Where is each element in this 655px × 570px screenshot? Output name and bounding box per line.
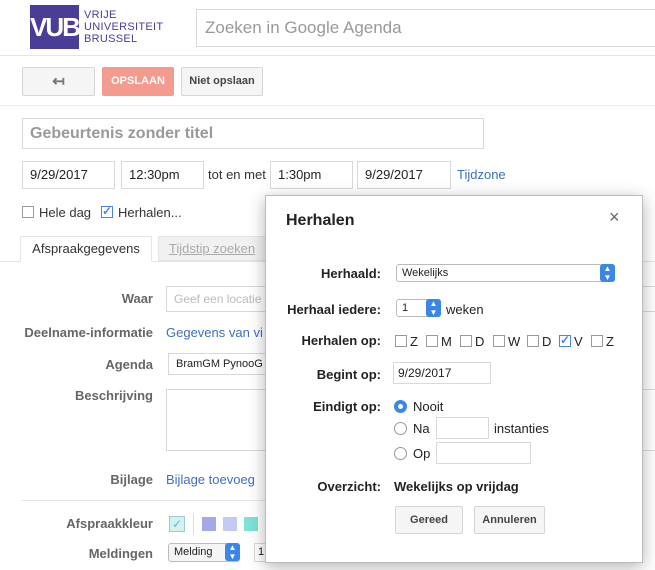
attachment-link[interactable]: Bijlage toevoeg [166, 472, 255, 487]
event-toolbar: ↤ OPSLAAN Niet opslaan [0, 56, 655, 106]
repeat-day-checkbox[interactable] [395, 335, 407, 347]
repeat-checkbox[interactable] [101, 204, 113, 218]
starts-on-input[interactable]: 9/29/2017 [393, 362, 491, 384]
ends-on-radio[interactable] [394, 447, 407, 460]
repeats-select[interactable]: Wekelijks ▲ ▼ [396, 264, 615, 282]
repeats-label: Herhaald: [321, 266, 381, 281]
save-button[interactable]: OPSLAAN [102, 67, 174, 96]
tab-find-time[interactable]: Tijdstip zoeken [158, 236, 266, 261]
repeat-day-checkbox[interactable] [493, 335, 505, 347]
ends-after-unit: instanties [494, 421, 549, 436]
event-title-input[interactable]: Gebeurtenis zonder titel [22, 118, 484, 149]
back-button[interactable]: ↤ [22, 67, 95, 96]
chevron-updown-icon: ▲ ▼ [426, 299, 441, 317]
repeats-value: Wekelijks [402, 267, 449, 279]
repeat-day-letter: M [441, 334, 452, 349]
ends-on-label: Op [413, 446, 431, 461]
repeat-every-select[interactable]: 1 ▲ ▼ [396, 299, 441, 317]
ends-after-count-input[interactable] [436, 417, 489, 439]
start-time-input[interactable]: 12:30pm [121, 161, 204, 189]
summary-label: Overzicht: [317, 479, 381, 494]
logo-line-2: UNIVERSITEIT [84, 21, 164, 33]
ends-on-date-input[interactable] [436, 442, 531, 464]
repeat-day-checkbox[interactable] [460, 335, 472, 347]
back-arrow-icon: ↤ [52, 73, 65, 90]
calendar-label: Agenda [105, 357, 153, 372]
attachment-label: Bijlage [110, 472, 153, 487]
ends-after-label: Na [413, 421, 430, 436]
event-color-label: Afspraakkleur [66, 516, 153, 531]
logo-line-3: BRUSSEL [84, 33, 138, 45]
repeat-day-checkbox[interactable] [559, 333, 571, 347]
end-date-input[interactable]: 9/29/2017 [357, 161, 451, 189]
repeat-day-letter: Z [410, 334, 418, 349]
color-divider [193, 514, 194, 534]
ends-label: Eindigt op: [313, 399, 381, 414]
starts-on-label: Begint op: [316, 367, 381, 382]
repeat-day-letter: D [542, 334, 552, 349]
end-time-input[interactable]: 1:30pm [270, 161, 353, 189]
timezone-link[interactable]: Tijdzone [457, 167, 506, 182]
repeat-day-checkbox[interactable] [527, 335, 539, 347]
vub-logo[interactable]: VUB [30, 5, 81, 49]
repeat-day-letter: D [475, 334, 485, 349]
done-button[interactable]: Gereed [395, 506, 463, 534]
to-label: tot en met [208, 167, 266, 182]
color-swatch[interactable] [223, 517, 237, 531]
dialog-title: Herhalen [286, 212, 355, 229]
app-header: VUB VRIJE UNIVERSITEIT BRUSSEL Zoeken in… [0, 0, 655, 56]
notification-type-select[interactable]: Melding ▲ ▼ [168, 543, 240, 562]
ends-after-radio[interactable] [394, 422, 407, 435]
description-label-text: Beschrijving [74, 388, 153, 403]
repeat-label: Herhalen... [118, 205, 182, 220]
logo-line-1: VRIJE [84, 9, 117, 21]
section-divider [22, 500, 265, 501]
color-swatch[interactable] [202, 517, 216, 531]
close-icon[interactable]: × [609, 207, 620, 228]
repeat-dialog: Herhalen × Herhaald: Wekelijks ▲ ▼ Herhaa… [265, 195, 643, 563]
repeat-every-label: Herhaal iedere: [287, 302, 381, 317]
repeat-day-checkbox[interactable] [426, 335, 438, 347]
repeat-every-unit: weken [446, 302, 484, 317]
cancel-button[interactable]: Annuleren [474, 506, 545, 534]
calendar-select[interactable]: BramGM PynooG [168, 353, 278, 375]
allday-label: Hele dag [39, 205, 92, 220]
repeat-day-letter: V [574, 334, 583, 349]
where-label: Waar [121, 291, 153, 306]
repeat-every-value: 1 [402, 302, 409, 314]
search-input[interactable]: Zoeken in Google Agenda [196, 9, 655, 47]
conference-label: Deelname-informatie [24, 325, 153, 340]
notifications-label: Meldingen [88, 546, 153, 561]
color-swatch[interactable] [244, 517, 258, 531]
repeat-day-letter: W [508, 334, 521, 349]
chevron-updown-icon: ▲ ▼ [600, 264, 615, 282]
conference-link[interactable]: Gegevens van vi [166, 325, 263, 340]
notification-type-value: Melding [174, 546, 213, 558]
chevron-updown-icon: ▲ ▼ [225, 543, 240, 561]
tab-event-details[interactable]: Afspraakgegevens [20, 236, 152, 262]
repeat-day-letter: Z [606, 334, 614, 349]
color-swatch-selected[interactable]: ✓ [169, 516, 185, 532]
ends-never-radio[interactable] [394, 400, 407, 413]
dont-save-button[interactable]: Niet opslaan [181, 67, 263, 96]
vub-logo-text: VRIJE UNIVERSITEIT BRUSSEL [84, 9, 184, 45]
repeat-on-label: Herhalen op: [301, 333, 381, 348]
start-date-input[interactable]: 9/29/2017 [22, 161, 115, 189]
allday-checkbox[interactable] [22, 206, 34, 218]
summary-value: Wekelijks op vrijdag [394, 479, 519, 494]
ends-never-label: Nooit [413, 399, 444, 414]
repeat-day-checkbox[interactable] [591, 335, 603, 347]
